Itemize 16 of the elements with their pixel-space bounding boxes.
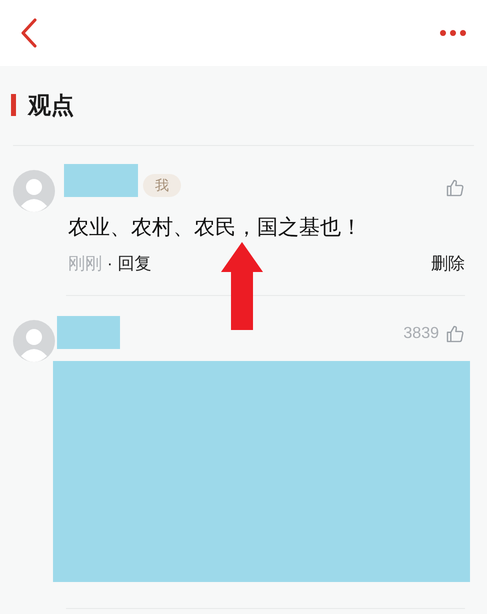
section-marker — [11, 94, 16, 116]
thumbs-up-icon[interactable] — [445, 324, 465, 344]
arrow-icon — [221, 242, 263, 330]
like-count: 3839 — [403, 324, 439, 344]
delete-link[interactable]: 删除 — [431, 251, 465, 276]
separator-dot: · — [107, 253, 113, 275]
thumbs-up-icon[interactable] — [445, 178, 465, 198]
back-icon[interactable] — [20, 18, 38, 48]
timestamp: 刚刚 — [68, 253, 102, 275]
comment-text: 农业、农村、农民，国之基也！ — [68, 214, 363, 240]
section-title: 观点 — [28, 91, 74, 120]
me-badge: 我 — [143, 174, 181, 197]
more-icon[interactable] — [439, 29, 467, 37]
avatar-icon — [13, 170, 55, 212]
reply-link[interactable]: 回复 — [118, 251, 152, 276]
avatar-icon — [13, 320, 55, 362]
